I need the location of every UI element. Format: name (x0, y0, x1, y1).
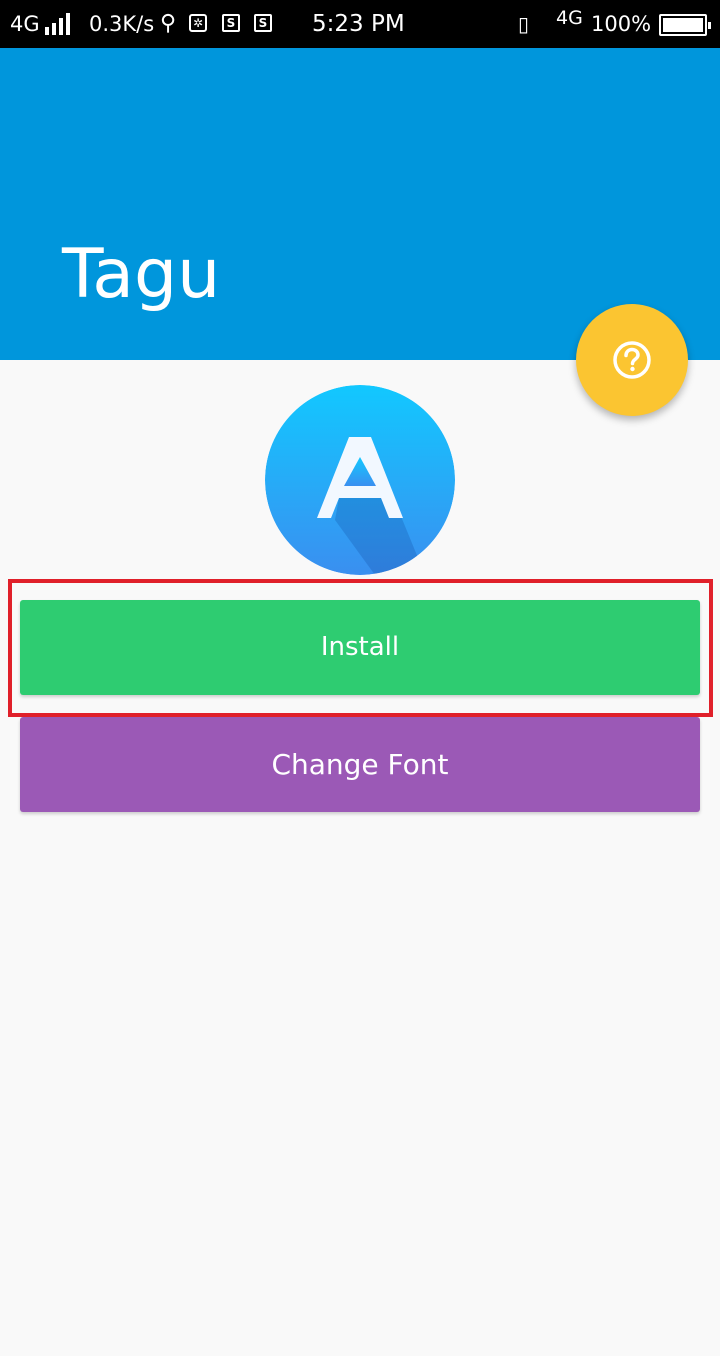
network-type-left: 4G (10, 12, 40, 36)
help-icon (613, 341, 651, 379)
app-logo-icon (265, 385, 455, 575)
signal-icon (45, 13, 75, 35)
status-bar: 4G 0.3K/s ⚲ ✲ S S 5:23 PM ▯ 4G 100% (0, 0, 720, 48)
change-font-button[interactable]: Change Font (20, 717, 700, 812)
battery-percent: 100% (591, 12, 652, 36)
s-notification-icon: S (254, 14, 272, 32)
install-button[interactable]: Install (20, 600, 700, 695)
app-icon: ✲ (189, 14, 207, 32)
help-button[interactable] (576, 304, 688, 416)
s-notification-icon: S (222, 14, 240, 32)
clock: 5:23 PM (312, 11, 405, 37)
app-title: Tagu (62, 235, 221, 314)
vibrate-icon: ▯ (518, 12, 530, 36)
battery-icon (659, 14, 711, 36)
usb-icon: ⚲ (160, 11, 177, 36)
network-speed: 0.3K/s (89, 12, 155, 36)
network-type-right: 4G (556, 7, 583, 29)
